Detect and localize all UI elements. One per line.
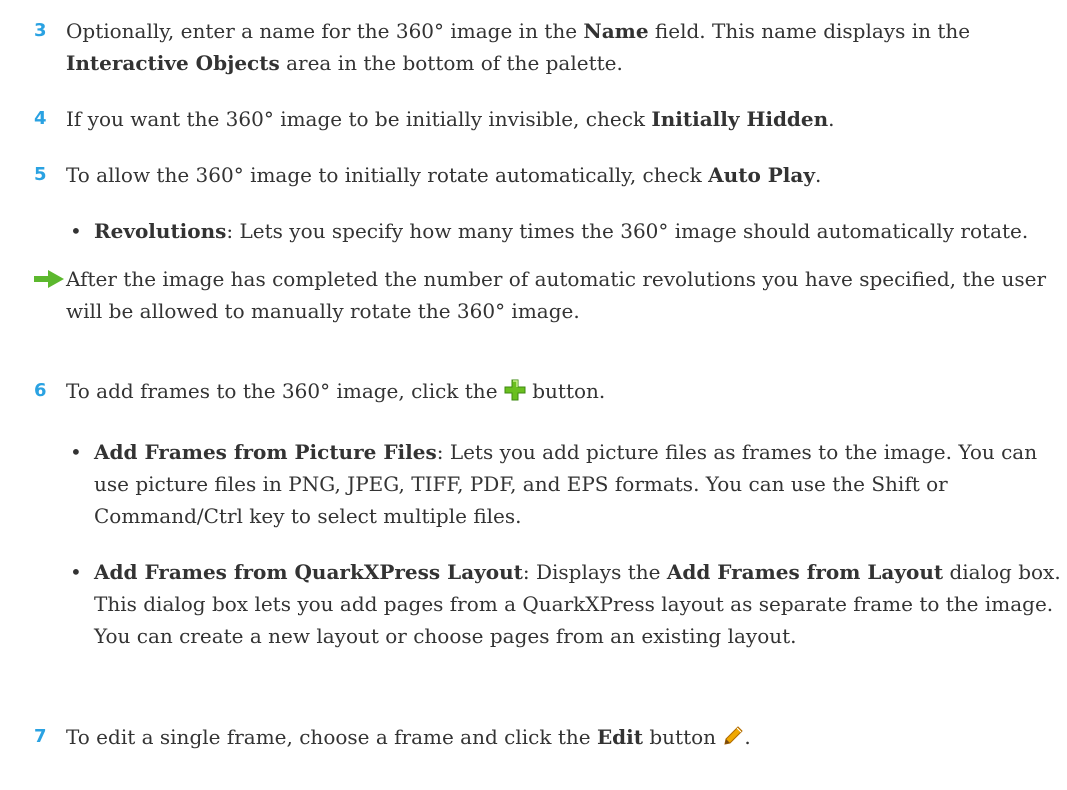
- green-arrow-icon: [34, 270, 64, 288]
- plus-icon: [504, 379, 526, 401]
- bullet-dot: •: [70, 219, 82, 243]
- step-number: 5: [34, 164, 47, 185]
- step-number: 7: [34, 726, 47, 747]
- step-number: 6: [34, 380, 47, 401]
- step-text: To edit a single frame, choose a frame a…: [66, 725, 751, 749]
- step-number: 3: [34, 20, 47, 41]
- bullet-dot: •: [70, 560, 82, 584]
- step-text: Optionally, enter a name for the 360° im…: [66, 19, 971, 75]
- bullet-text: Add Frames from QuarkXPress Layout: Disp…: [94, 560, 1061, 648]
- step-number: 4: [34, 108, 47, 129]
- note-text: After the image has completed the number…: [66, 267, 1047, 323]
- step-text: To add frames to the 360° image, click t…: [66, 379, 606, 403]
- step-text: If you want the 360° image to be initial…: [66, 107, 835, 131]
- step-text: To allow the 360° image to initially rot…: [66, 163, 822, 187]
- bullet-text: Add Frames from Picture Files: Lets you …: [94, 440, 1038, 528]
- pencil-icon: [724, 726, 744, 745]
- bullet-dot: •: [70, 440, 82, 464]
- bullet-text: Revolutions: Lets you specify how many t…: [94, 219, 1029, 243]
